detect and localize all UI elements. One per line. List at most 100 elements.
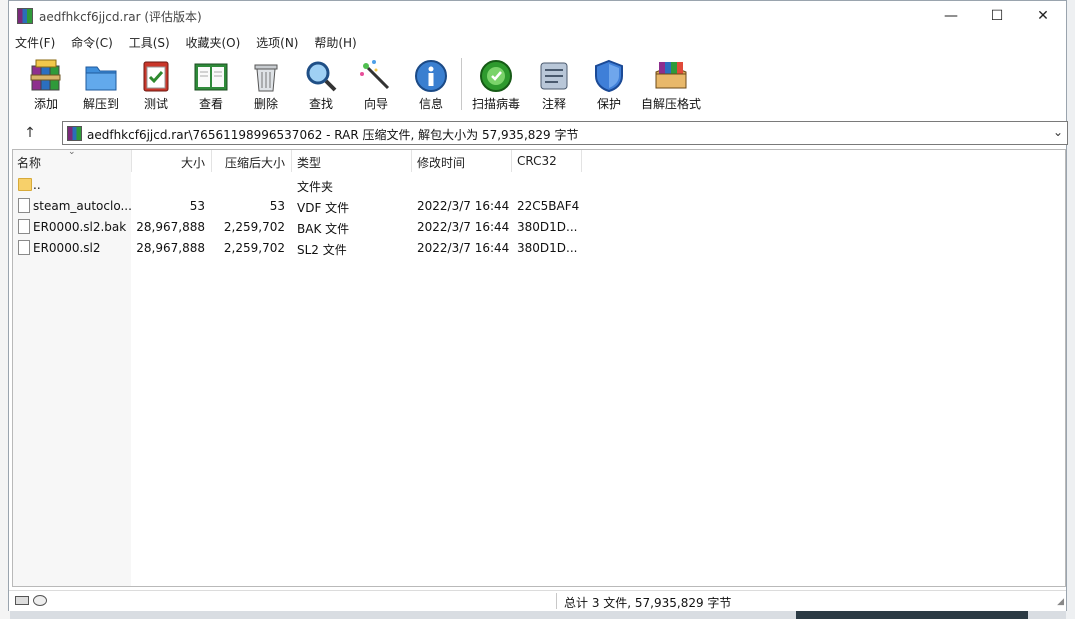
info-icon <box>415 60 447 92</box>
sfx-label: 自解压格式 <box>640 97 701 111</box>
add-button[interactable]: 添加 <box>18 53 74 115</box>
column-header-size[interactable]: 大小 <box>133 154 205 171</box>
test-button[interactable]: 测试 <box>128 53 184 115</box>
info-button[interactable]: 信息 <box>403 53 459 115</box>
column-header-packed[interactable]: 压缩后大小 <box>213 154 285 171</box>
close-button[interactable]: ✕ <box>1020 1 1066 31</box>
column-header-crc32[interactable]: CRC32 <box>517 154 557 168</box>
add-label: 添加 <box>33 97 58 111</box>
file-list[interactable]: 名称 ⌄ 大小 压缩后大小 类型 修改时间 CRC32 .. 文件夹 steam… <box>12 149 1066 587</box>
archive-path: aedfhkcf6jjcd.rar\76561198996537062 - RA… <box>87 128 579 142</box>
virus-scan-icon <box>480 60 512 92</box>
status-divider <box>556 593 557 609</box>
column-divider <box>511 150 512 172</box>
wizard-wand-icon <box>360 60 390 90</box>
column-divider <box>211 150 212 172</box>
delete-button[interactable]: 删除 <box>238 53 294 115</box>
path-field[interactable]: aedfhkcf6jjcd.rar\76561198996537062 - RA… <box>62 121 1068 145</box>
find-label: 查找 <box>308 97 333 111</box>
protect-button[interactable]: 保护 <box>581 53 637 115</box>
comment-icon <box>540 62 568 90</box>
file-type: BAK 文件 <box>297 222 350 236</box>
add-archive-icon <box>30 59 61 91</box>
file-name: .. <box>33 178 41 192</box>
file-size: 53 <box>189 199 205 213</box>
status-summary: 总计 3 文件, 57,935,829 字节 <box>564 596 732 610</box>
file-modified: 2022/3/7 16:44 <box>417 199 510 213</box>
menu-options[interactable]: 选项(N) <box>249 31 303 51</box>
column-header-name[interactable]: 名称 <box>17 154 41 171</box>
window-title: aedfhkcf6jjcd.rar (评估版本) <box>39 10 202 24</box>
menu-favorites[interactable]: 收藏夹(O) <box>179 31 246 51</box>
extract-to-label: 解压到 <box>82 97 119 111</box>
file-type: SL2 文件 <box>297 243 347 257</box>
file-crc32: 380D1D... <box>517 241 578 255</box>
toolbar-separator <box>461 58 462 110</box>
minimize-button[interactable]: — <box>928 1 974 31</box>
column-divider <box>581 150 582 172</box>
path-dropdown-chevron-icon[interactable]: ⌄ <box>1053 125 1063 139</box>
menu-tools[interactable]: 工具(S) <box>122 31 175 51</box>
sort-chevron-icon: ⌄ <box>68 149 76 157</box>
column-divider <box>411 150 412 172</box>
column-header-type[interactable]: 类型 <box>297 154 321 171</box>
file-modified: 2022/3/7 16:44 <box>417 241 510 255</box>
list-item[interactable]: ER0000.sl2 28,967,888 2,259,702 SL2 文件 2… <box>13 238 1065 259</box>
trash-icon <box>254 64 278 92</box>
delete-label: 删除 <box>253 97 278 111</box>
file-type: VDF 文件 <box>297 201 350 215</box>
file-size: 28,967,888 <box>136 220 205 234</box>
drive-icon[interactable] <box>15 596 29 605</box>
file-name: ER0000.sl2 <box>33 241 101 255</box>
key-icon[interactable] <box>33 595 47 606</box>
menu-help[interactable]: 帮助(H) <box>307 31 361 51</box>
sfx-box-icon <box>655 62 687 89</box>
file-name: steam_autoclo... <box>33 199 132 213</box>
file-packed-size: 2,259,702 <box>223 220 285 234</box>
comment-button[interactable]: 注释 <box>526 53 582 115</box>
up-one-level-button[interactable]: ↑ <box>19 122 41 144</box>
test-clipboard-icon <box>143 61 169 92</box>
wizard-label: 向导 <box>363 97 388 111</box>
list-item[interactable]: steam_autoclo... 53 53 VDF 文件 2022/3/7 1… <box>13 196 1065 217</box>
extract-to-button[interactable]: 解压到 <box>73 53 129 115</box>
menu-commands[interactable]: 命令(C) <box>64 31 118 51</box>
column-divider <box>131 150 132 172</box>
folder-icon <box>18 178 32 191</box>
view-book-icon <box>194 63 228 91</box>
view-button[interactable]: 查看 <box>183 53 239 115</box>
rar-archive-icon <box>67 126 82 141</box>
background-right-strip <box>1066 0 1075 619</box>
file-packed-size: 2,259,702 <box>223 241 285 255</box>
file-packed-size: 53 <box>269 199 285 213</box>
file-modified: 2022/3/7 16:44 <box>417 220 510 234</box>
file-icon <box>18 240 30 255</box>
list-item-parent-folder[interactable]: .. 文件夹 <box>13 175 1065 196</box>
column-header-modified[interactable]: 修改时间 <box>417 154 465 171</box>
shield-icon <box>595 59 623 93</box>
maximize-button[interactable]: ☐ <box>974 1 1020 31</box>
virus-scan-button[interactable]: 扫描病毒 <box>468 53 524 115</box>
wizard-button[interactable]: 向导 <box>348 53 404 115</box>
status-bar: 总计 3 文件, 57,935,829 字节 ◢ <box>9 590 1066 611</box>
sfx-button[interactable]: 自解压格式 <box>636 53 706 115</box>
test-label: 测试 <box>143 97 168 111</box>
find-button[interactable]: 查找 <box>293 53 349 115</box>
winrar-window: aedfhkcf6jjcd.rar (评估版本) — ☐ ✕ 文件(F) 命令(… <box>8 0 1068 611</box>
file-name: ER0000.sl2.bak <box>33 220 127 234</box>
file-icon <box>18 198 30 213</box>
info-label: 信息 <box>418 97 443 111</box>
resize-grip-icon[interactable]: ◢ <box>1057 597 1064 607</box>
file-crc32: 380D1D... <box>517 220 578 234</box>
extract-folder-icon <box>85 66 117 91</box>
list-item[interactable]: ER0000.sl2.bak 28,967,888 2,259,702 BAK … <box>13 217 1065 238</box>
file-icon <box>18 219 30 234</box>
menu-file[interactable]: 文件(F) <box>9 31 60 51</box>
winrar-app-icon[interactable] <box>17 8 33 24</box>
file-crc32: 22C5BAF4 <box>517 199 580 213</box>
column-header-row: 名称 ⌄ 大小 压缩后大小 类型 修改时间 CRC32 <box>13 149 1065 172</box>
view-label: 查看 <box>198 97 223 111</box>
toolbar: 添加 解压到 测试 查看 删除 查找 向导 信息 扫描病毒 注释 保护 自解压格… <box>9 53 1066 117</box>
comment-label: 注释 <box>541 97 566 111</box>
protect-label: 保护 <box>596 97 621 111</box>
